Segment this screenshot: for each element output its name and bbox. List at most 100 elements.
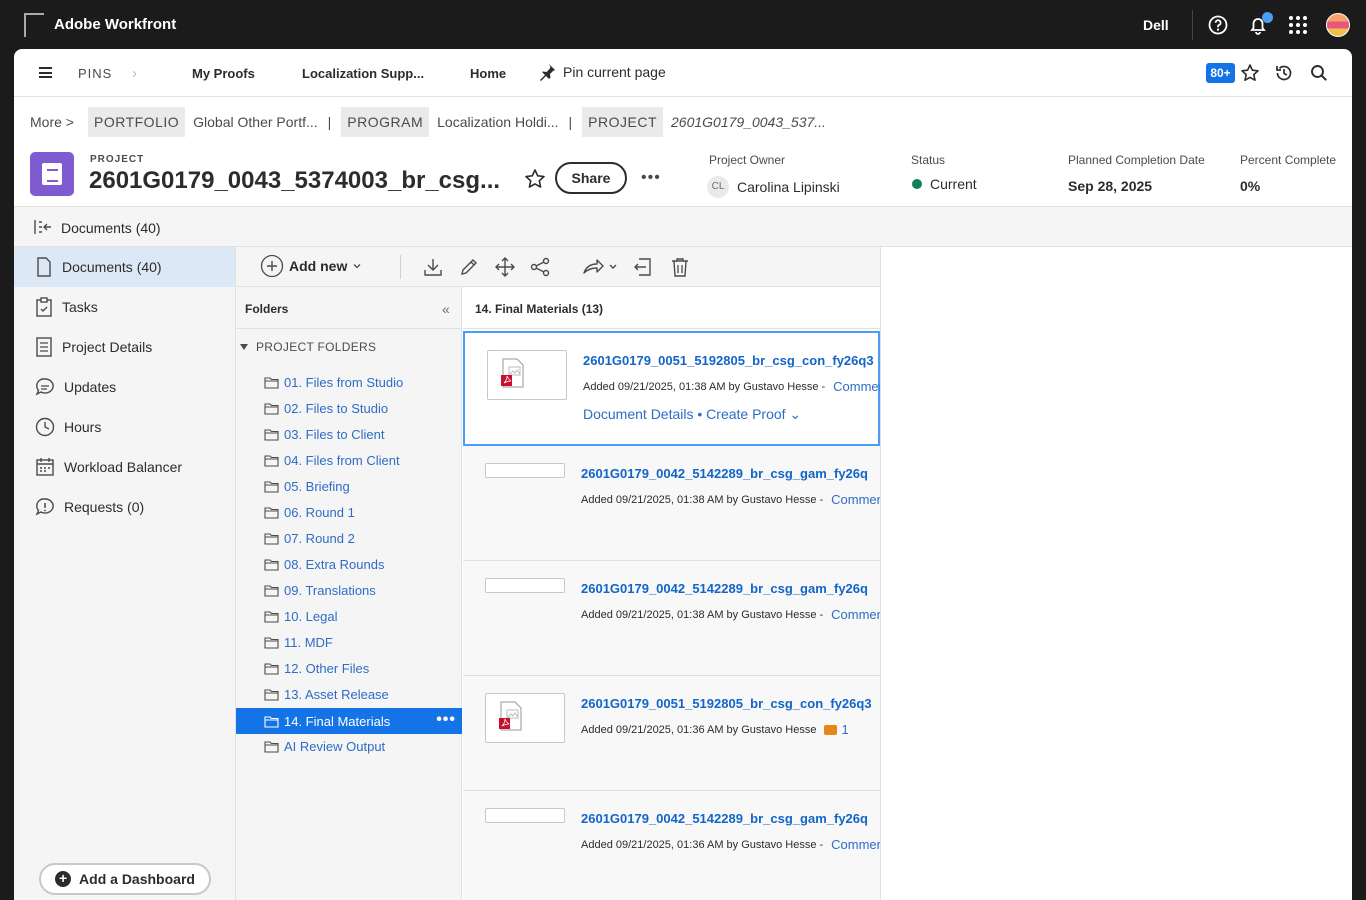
folder-label: 05. Briefing	[284, 478, 350, 494]
breadcrumb-more[interactable]: More >	[30, 114, 74, 130]
favorite-star-icon[interactable]	[524, 168, 546, 190]
pins-count-badge[interactable]: 80+	[1206, 63, 1235, 83]
share-icon[interactable]	[529, 256, 551, 278]
apps-grid-icon[interactable]	[1287, 14, 1309, 36]
document-meta: Added 09/21/2025, 01:38 AM by Gustavo He…	[581, 607, 880, 622]
comments-link[interactable]: Comments	[831, 607, 880, 622]
document-name-link[interactable]: 2601G0179_0042_5142289_br_csg_gam_fy26q	[581, 466, 868, 481]
nav-workload-balancer[interactable]: Workload Balancer	[14, 447, 235, 487]
document-details-link[interactable]: Document Details •	[583, 406, 702, 422]
nav-label: Workload Balancer	[64, 459, 183, 475]
org-name[interactable]: Dell	[1143, 17, 1169, 33]
history-icon[interactable]	[1274, 63, 1294, 83]
menu-icon[interactable]	[39, 67, 52, 78]
nav-updates[interactable]: Updates	[14, 367, 235, 407]
folder-item[interactable]: 09. Translations	[236, 577, 462, 603]
send-arrow-icon[interactable]	[581, 256, 621, 278]
document-name-link[interactable]: 2601G0179_0042_5142289_br_csg_gam_fy26q	[581, 811, 868, 826]
nav-tasks[interactable]: Tasks	[14, 287, 235, 327]
collapse-folders-icon[interactable]: «	[442, 301, 450, 317]
folder-label: 14. Final Materials	[284, 713, 391, 729]
document-row[interactable]: 2601G0179_0042_5142289_br_csg_gam_fy26q …	[463, 561, 880, 676]
speech-bubble-icon	[35, 378, 54, 396]
folder-item[interactable]: 01. Files from Studio	[236, 369, 462, 395]
folder-item[interactable]: 05. Briefing	[236, 473, 462, 499]
create-proof-link[interactable]: Create Proof ⌄	[706, 406, 801, 422]
comment-count-link[interactable]: 1	[824, 722, 849, 737]
help-icon[interactable]	[1207, 14, 1229, 36]
comments-link[interactable]: Comments	[831, 837, 880, 852]
folder-item[interactable]: 06. Round 1	[236, 499, 462, 525]
user-avatar[interactable]	[1326, 13, 1350, 37]
star-icon[interactable]	[1240, 63, 1260, 83]
folder-item[interactable]: AI Review Output	[236, 733, 462, 759]
portfolio-tag: PORTFOLIO	[87, 107, 186, 137]
search-icon[interactable]	[1309, 63, 1329, 83]
percent-label: Percent Complete	[1240, 153, 1337, 167]
folder-item[interactable]: 11. MDF	[236, 629, 462, 655]
pin-current-page-button[interactable]: Pin current page	[538, 63, 666, 81]
folder-icon	[264, 532, 279, 545]
portfolio-link[interactable]: Global Other Portf...	[193, 114, 318, 130]
folder-item[interactable]: 14. Final Materials •••	[236, 708, 462, 734]
adobe-logo[interactable]	[24, 13, 44, 37]
app-title[interactable]: Adobe Workfront	[54, 16, 176, 33]
folder-label: 12. Other Files	[284, 660, 370, 676]
planned-date-value[interactable]: Sep 28, 2025	[1068, 178, 1152, 194]
nav-documents[interactable]: Documents (40)	[14, 247, 235, 287]
owner-value[interactable]: CL Carolina Lipinski	[707, 176, 840, 198]
folder-item[interactable]: 08. Extra Rounds	[236, 551, 462, 577]
status-value[interactable]: Current	[912, 176, 977, 192]
chevron-right-icon[interactable]: ›	[132, 65, 137, 82]
document-row[interactable]: 2601G0179_0051_5192805_br_csg_con_fy26q3…	[463, 331, 880, 446]
comments-link[interactable]: Comments	[833, 379, 880, 394]
folder-label: 10. Legal	[284, 608, 338, 624]
nav-requests[interactable]: Requests (0)	[14, 487, 235, 527]
collapse-nav-icon[interactable]	[33, 218, 53, 236]
folder-item[interactable]: 10. Legal	[236, 603, 462, 629]
download-icon[interactable]	[422, 256, 444, 278]
document-row[interactable]: 2601G0179_0051_5192805_br_csg_con_fy26q3…	[463, 676, 880, 791]
add-dashboard-button[interactable]: + Add a Dashboard	[39, 863, 211, 895]
nav-hours[interactable]: Hours	[14, 407, 235, 447]
document-thumbnail[interactable]	[485, 578, 565, 593]
document-meta: Added 09/21/2025, 01:38 AM by Gustavo He…	[581, 492, 880, 507]
document-thumbnail[interactable]	[485, 693, 565, 743]
pushpin-icon	[540, 64, 555, 81]
program-link[interactable]: Localization Holdi...	[437, 114, 558, 130]
document-icon	[37, 257, 51, 277]
trash-icon[interactable]	[669, 256, 691, 278]
folder-item[interactable]: 12. Other Files	[236, 655, 462, 681]
folder-item[interactable]: 02. Files to Studio	[236, 395, 462, 421]
more-options-button[interactable]: •••	[641, 169, 661, 187]
share-button[interactable]: Share	[555, 162, 627, 194]
clipboard-check-icon	[36, 297, 52, 317]
release-icon[interactable]	[632, 256, 654, 278]
folder-more-icon[interactable]: •••	[436, 711, 456, 729]
document-name-link[interactable]: 2601G0179_0042_5142289_br_csg_gam_fy26q	[581, 581, 868, 596]
project-title[interactable]: 2601G0179_0043_5374003_br_csg...	[89, 167, 500, 195]
document-thumbnail[interactable]	[485, 463, 565, 478]
move-icon[interactable]	[494, 256, 516, 278]
comments-link[interactable]: Comments	[831, 492, 880, 507]
percent-value[interactable]: 0%	[1240, 178, 1260, 194]
document-thumbnail[interactable]	[487, 350, 567, 400]
folder-icon	[264, 376, 279, 389]
pin-my-proofs[interactable]: My Proofs	[192, 66, 255, 81]
pin-localization[interactable]: Localization Supp...	[302, 66, 424, 81]
folder-item[interactable]: 13. Asset Release	[236, 681, 462, 707]
folder-item[interactable]: 04. Files from Client	[236, 447, 462, 473]
document-row[interactable]: 2601G0179_0042_5142289_br_csg_gam_fy26q …	[463, 446, 880, 561]
document-name-link[interactable]: 2601G0179_0051_5192805_br_csg_con_fy26q3	[583, 353, 874, 368]
document-name-link[interactable]: 2601G0179_0051_5192805_br_csg_con_fy26q3	[581, 696, 872, 711]
pin-home[interactable]: Home	[470, 66, 506, 81]
folder-item[interactable]: 07. Round 2	[236, 525, 462, 551]
project-folders-toggle[interactable]: PROJECT FOLDERS	[240, 340, 376, 354]
nav-project-details[interactable]: Project Details	[14, 327, 235, 367]
folder-item[interactable]: 03. Files to Client	[236, 421, 462, 447]
document-added-text: Added 09/21/2025, 01:36 AM by Gustavo He…	[581, 838, 824, 851]
add-new-button[interactable]: Add new	[260, 254, 362, 278]
document-thumbnail[interactable]	[485, 808, 565, 823]
edit-pencil-icon[interactable]	[458, 256, 480, 278]
document-row[interactable]: 2601G0179_0042_5142289_br_csg_gam_fy26q …	[463, 791, 880, 900]
